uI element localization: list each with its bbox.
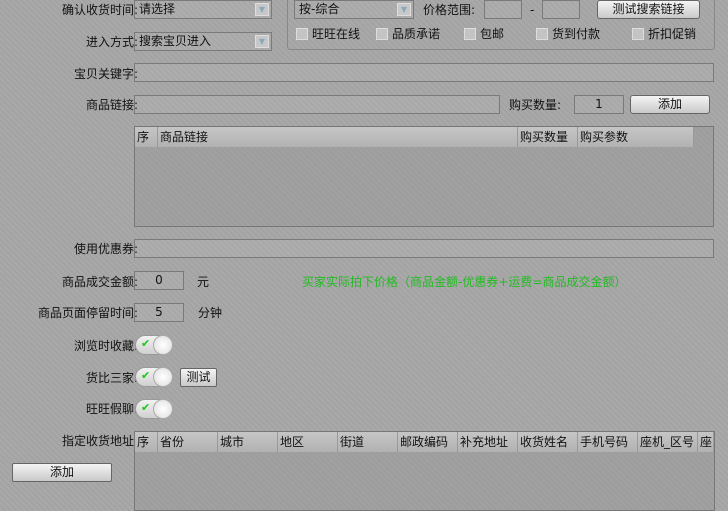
filter-cod[interactable]: 货到付款 xyxy=(536,26,600,42)
test-search-link-button[interactable]: 测试搜索链接 xyxy=(597,0,700,19)
filter-wangwang-online[interactable]: 旺旺在线 xyxy=(296,26,360,42)
receive-time-select[interactable]: 请选择 ▼ xyxy=(134,0,272,19)
filter-label: 品质承诺 xyxy=(392,27,441,41)
price-dash: - xyxy=(530,3,535,17)
address-label: 指定收货地址: xyxy=(61,434,138,448)
stay-time-label: 商品页面停留时间: xyxy=(37,306,138,320)
col-params[interactable]: 购买参数 xyxy=(578,127,694,147)
price-min-input[interactable] xyxy=(484,0,522,19)
col-area-code[interactable]: 座机_区号 xyxy=(638,432,698,452)
toggle-knob xyxy=(153,399,173,419)
compare-test-button[interactable]: 测试 xyxy=(180,368,217,387)
col-postcode[interactable]: 邮政编码 xyxy=(398,432,458,452)
buy-qty-label: 购买数量: xyxy=(509,98,562,112)
stay-time-unit: 分钟 xyxy=(198,306,223,320)
filter-discount[interactable]: 折扣促销 xyxy=(632,26,696,42)
price-max-input[interactable] xyxy=(542,0,580,19)
checkbox-icon xyxy=(296,28,308,40)
col-mobile[interactable]: 手机号码 xyxy=(578,432,638,452)
filter-label: 包邮 xyxy=(480,27,505,41)
col-province[interactable]: 省份 xyxy=(158,432,218,452)
filter-free-shipping[interactable]: 包邮 xyxy=(464,26,504,42)
col-city[interactable]: 城市 xyxy=(218,432,278,452)
compare-label: 货比三家: xyxy=(85,371,138,385)
col-district[interactable]: 地区 xyxy=(278,432,338,452)
checkbox-icon xyxy=(376,28,388,40)
add-address-button[interactable]: 添加 xyxy=(12,463,112,482)
toggle-knob xyxy=(153,335,173,355)
deal-amount-label: 商品成交金额: xyxy=(61,275,138,289)
price-range-label: 价格范围: xyxy=(423,3,476,17)
link-table[interactable]: 序 商品链接 购买数量 购买参数 xyxy=(134,126,714,227)
address-table[interactable]: 序 省份 城市 地区 街道 邮政编码 补充地址 收货姓名 手机号码 座机_区号 … xyxy=(134,431,715,511)
wangwang-chat-toggle[interactable]: ✔ xyxy=(135,399,173,419)
product-link-label: 商品链接: xyxy=(85,98,138,112)
col-index[interactable]: 序 xyxy=(135,127,158,147)
keyword-input[interactable] xyxy=(134,63,714,82)
filter-label: 折扣促销 xyxy=(648,27,697,41)
favorite-toggle[interactable]: ✔ xyxy=(135,335,173,355)
col-link[interactable]: 商品链接 xyxy=(158,127,518,147)
col-landline[interactable]: 座 xyxy=(698,432,714,452)
coupon-label: 使用优惠券: xyxy=(73,242,138,256)
toggle-knob xyxy=(153,367,173,387)
deal-amount-note: 买家实际拍下价格（商品金额-优惠券+运费=商品成交金额） xyxy=(302,275,627,289)
deal-amount-unit: 元 xyxy=(197,275,210,289)
entry-mode-select[interactable]: 搜索宝贝进入 ▼ xyxy=(134,32,272,51)
add-link-button[interactable]: 添加 xyxy=(630,95,710,114)
receive-time-value: 请选择 xyxy=(139,2,176,16)
col-receiver-name[interactable]: 收货姓名 xyxy=(518,432,578,452)
filter-label: 货到付款 xyxy=(552,27,601,41)
col-index[interactable]: 序 xyxy=(135,432,158,452)
sort-value: 按-综合 xyxy=(299,2,340,16)
stay-time-input[interactable]: 5 xyxy=(134,303,184,322)
coupon-input[interactable] xyxy=(134,239,714,258)
receive-time-label: 确认收货时间: xyxy=(61,3,138,17)
chevron-down-icon: ▼ xyxy=(255,3,269,16)
sort-select[interactable]: 按-综合 ▼ xyxy=(294,0,414,19)
deal-amount-input[interactable]: 0 xyxy=(134,271,184,290)
keyword-label: 宝贝关键字: xyxy=(73,67,138,81)
col-extra-address[interactable]: 补充地址 xyxy=(458,432,518,452)
check-icon: ✔ xyxy=(141,401,151,414)
wangwang-chat-label: 旺旺假聊: xyxy=(85,402,138,416)
checkbox-icon xyxy=(632,28,644,40)
chevron-down-icon: ▼ xyxy=(255,35,269,48)
entry-mode-label: 进入方式: xyxy=(85,35,138,49)
filter-label: 旺旺在线 xyxy=(312,27,361,41)
chevron-down-icon: ▼ xyxy=(397,3,411,16)
filter-quality[interactable]: 品质承诺 xyxy=(376,26,440,42)
checkbox-icon xyxy=(536,28,548,40)
col-street[interactable]: 街道 xyxy=(338,432,398,452)
entry-mode-value: 搜索宝贝进入 xyxy=(139,34,212,48)
check-icon: ✔ xyxy=(141,337,151,350)
buy-qty-input[interactable]: 1 xyxy=(574,95,624,114)
col-qty[interactable]: 购买数量 xyxy=(518,127,578,147)
product-link-input[interactable] xyxy=(134,95,500,114)
checkbox-icon xyxy=(464,28,476,40)
compare-toggle[interactable]: ✔ xyxy=(135,367,173,387)
check-icon: ✔ xyxy=(141,369,151,382)
favorite-label: 浏览时收藏: xyxy=(73,339,138,353)
